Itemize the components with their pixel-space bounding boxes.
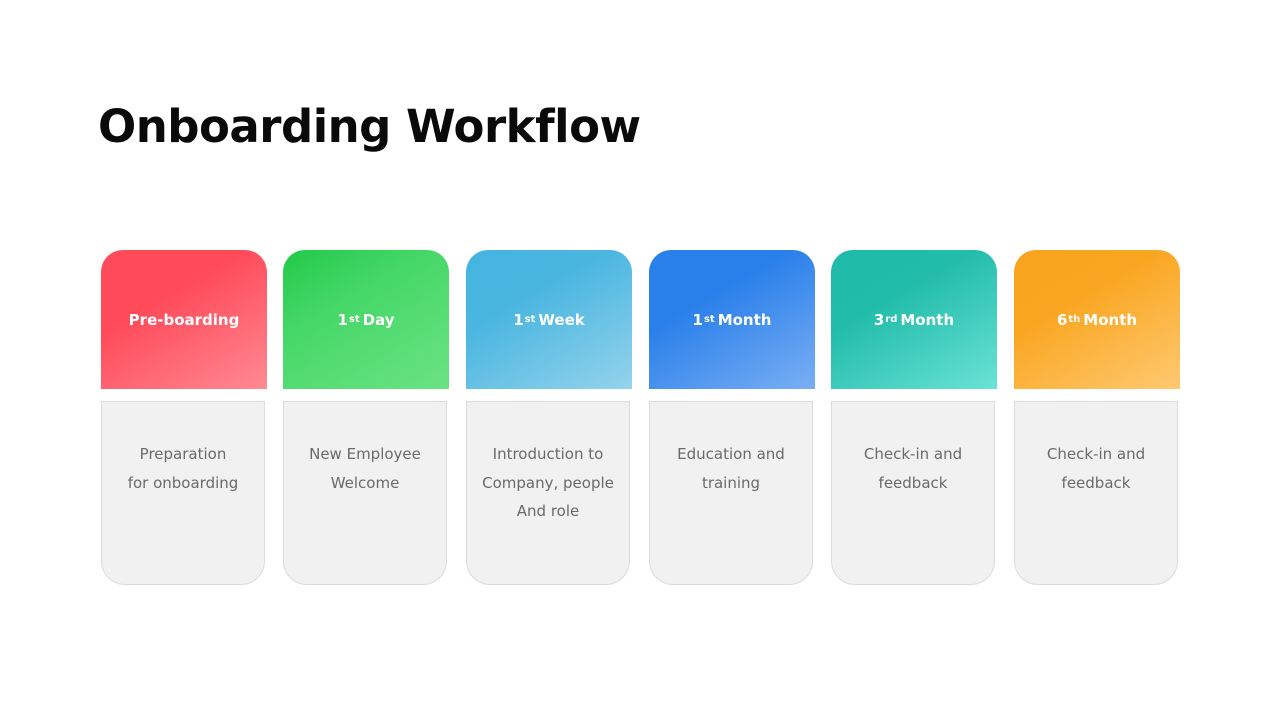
description-line: Education and [677, 445, 785, 463]
description-line: Check-in and [863, 445, 963, 463]
description-line: Preparation [139, 445, 227, 463]
step-header: 1st Month [649, 250, 815, 389]
step-header: 6th Month [1014, 250, 1180, 389]
step-header: 1st Day [283, 250, 449, 389]
step-number: 1 [692, 310, 703, 329]
step-number: 1 [337, 310, 348, 329]
step-1st-week: 1st Week Introduction to Company, people … [466, 250, 632, 585]
step-header: 1st Week [466, 250, 632, 389]
description-line: And role [516, 502, 580, 520]
step-description: Preparation for onboarding [101, 401, 265, 585]
description-line: for onboarding [127, 473, 239, 492]
description-line: Introduction to [492, 445, 604, 463]
step-label: Pre-boarding [128, 310, 240, 329]
step-label: Month [900, 310, 955, 329]
description-line: feedback [878, 473, 948, 492]
step-description: Check-in and feedback [831, 401, 995, 585]
step-header: Pre-boarding [101, 250, 267, 389]
step-label: Week [538, 310, 585, 329]
description-line: Welcome [330, 473, 400, 492]
workflow-steps: Pre-boarding Preparation for onboarding … [101, 250, 1180, 585]
step-6th-month: 6th Month Check-in and feedback [1014, 250, 1180, 585]
description-line: Check-in and [1046, 445, 1146, 463]
step-number: 1 [513, 310, 524, 329]
description-line: New Employee [309, 445, 421, 463]
step-description: Introduction to Company, people And role [466, 401, 630, 585]
step-number: 6 [1056, 310, 1068, 329]
step-header: 3rd Month [831, 250, 997, 389]
step-3rd-month: 3rd Month Check-in and feedback [831, 250, 997, 585]
step-label: Month [717, 310, 772, 329]
description-line: Company, people [482, 473, 614, 492]
description-line: feedback [1061, 473, 1131, 492]
step-label: Day [362, 310, 395, 329]
step-1st-day: 1st Day New Employee Welcome [283, 250, 449, 585]
step-pre-boarding: Pre-boarding Preparation for onboarding [101, 250, 267, 585]
step-description: Education and training [649, 401, 813, 585]
step-1st-month: 1st Month Education and training [649, 250, 815, 585]
page-title: Onboarding Workflow [98, 100, 641, 153]
step-description: Check-in and feedback [1014, 401, 1178, 585]
step-description: New Employee Welcome [283, 401, 447, 585]
step-label: Month [1083, 310, 1138, 329]
step-number: 3 [873, 310, 885, 329]
description-line: training [701, 473, 761, 492]
